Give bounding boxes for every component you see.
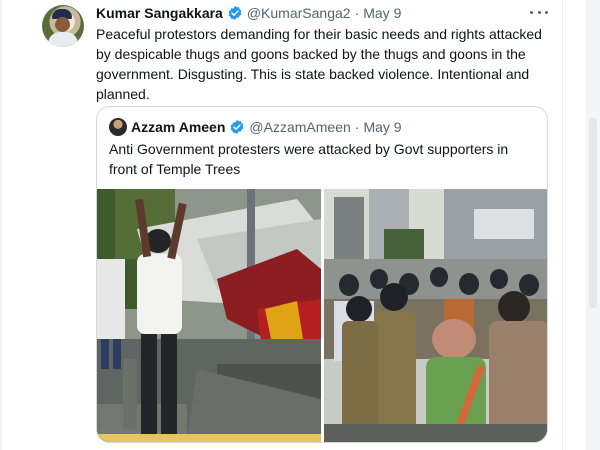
more-dot [530, 10, 533, 14]
quoted-author-name[interactable]: Azzam Ameen [131, 119, 225, 135]
media-photo-right[interactable] [324, 189, 547, 442]
author-handle[interactable]: @KumarSanga2 [247, 5, 351, 21]
author-name[interactable]: Kumar Sangakkara [96, 5, 223, 21]
left-divider [0, 0, 2, 450]
tweet[interactable]: Kumar Sangakkara @KumarSanga2 · May 9 Pe… [42, 0, 560, 450]
more-dot [545, 10, 548, 14]
protest-photo-right [324, 189, 547, 442]
tweet-date[interactable]: May 9 [363, 5, 401, 21]
avatar-face [55, 17, 70, 32]
media-photo-left[interactable] [97, 189, 321, 442]
separator: · [354, 5, 360, 21]
protest-photo-left [97, 189, 321, 442]
more-horizontal-icon[interactable] [530, 5, 548, 19]
quoted-tweet-text: Anti Government protesters were attacked… [109, 141, 509, 177]
tweet-text: Peaceful protestors demanding for their … [96, 26, 542, 102]
tweet-header: Kumar Sangakkara @KumarSanga2 · May 9 [96, 4, 401, 22]
verified-badge-icon [231, 120, 244, 134]
verified-badge-icon [228, 6, 242, 20]
more-dot [537, 10, 541, 14]
avatar-shirt [48, 32, 78, 47]
scrollbar-thumb[interactable] [589, 118, 597, 308]
quoted-tweet-date[interactable]: May 9 [363, 119, 401, 135]
avatar[interactable] [42, 5, 84, 47]
quoted-avatar[interactable] [109, 118, 127, 136]
quoted-tweet[interactable]: Azzam Ameen @AzzamAmeen · May 9 Anti Gov… [96, 106, 548, 443]
quoted-author-handle[interactable]: @AzzamAmeen [249, 119, 350, 135]
quoted-tweet-header: Azzam Ameen @AzzamAmeen · May 9 [109, 118, 402, 136]
separator: · [354, 119, 360, 135]
media-grid [97, 189, 547, 442]
timeline-right-border [562, 0, 563, 450]
